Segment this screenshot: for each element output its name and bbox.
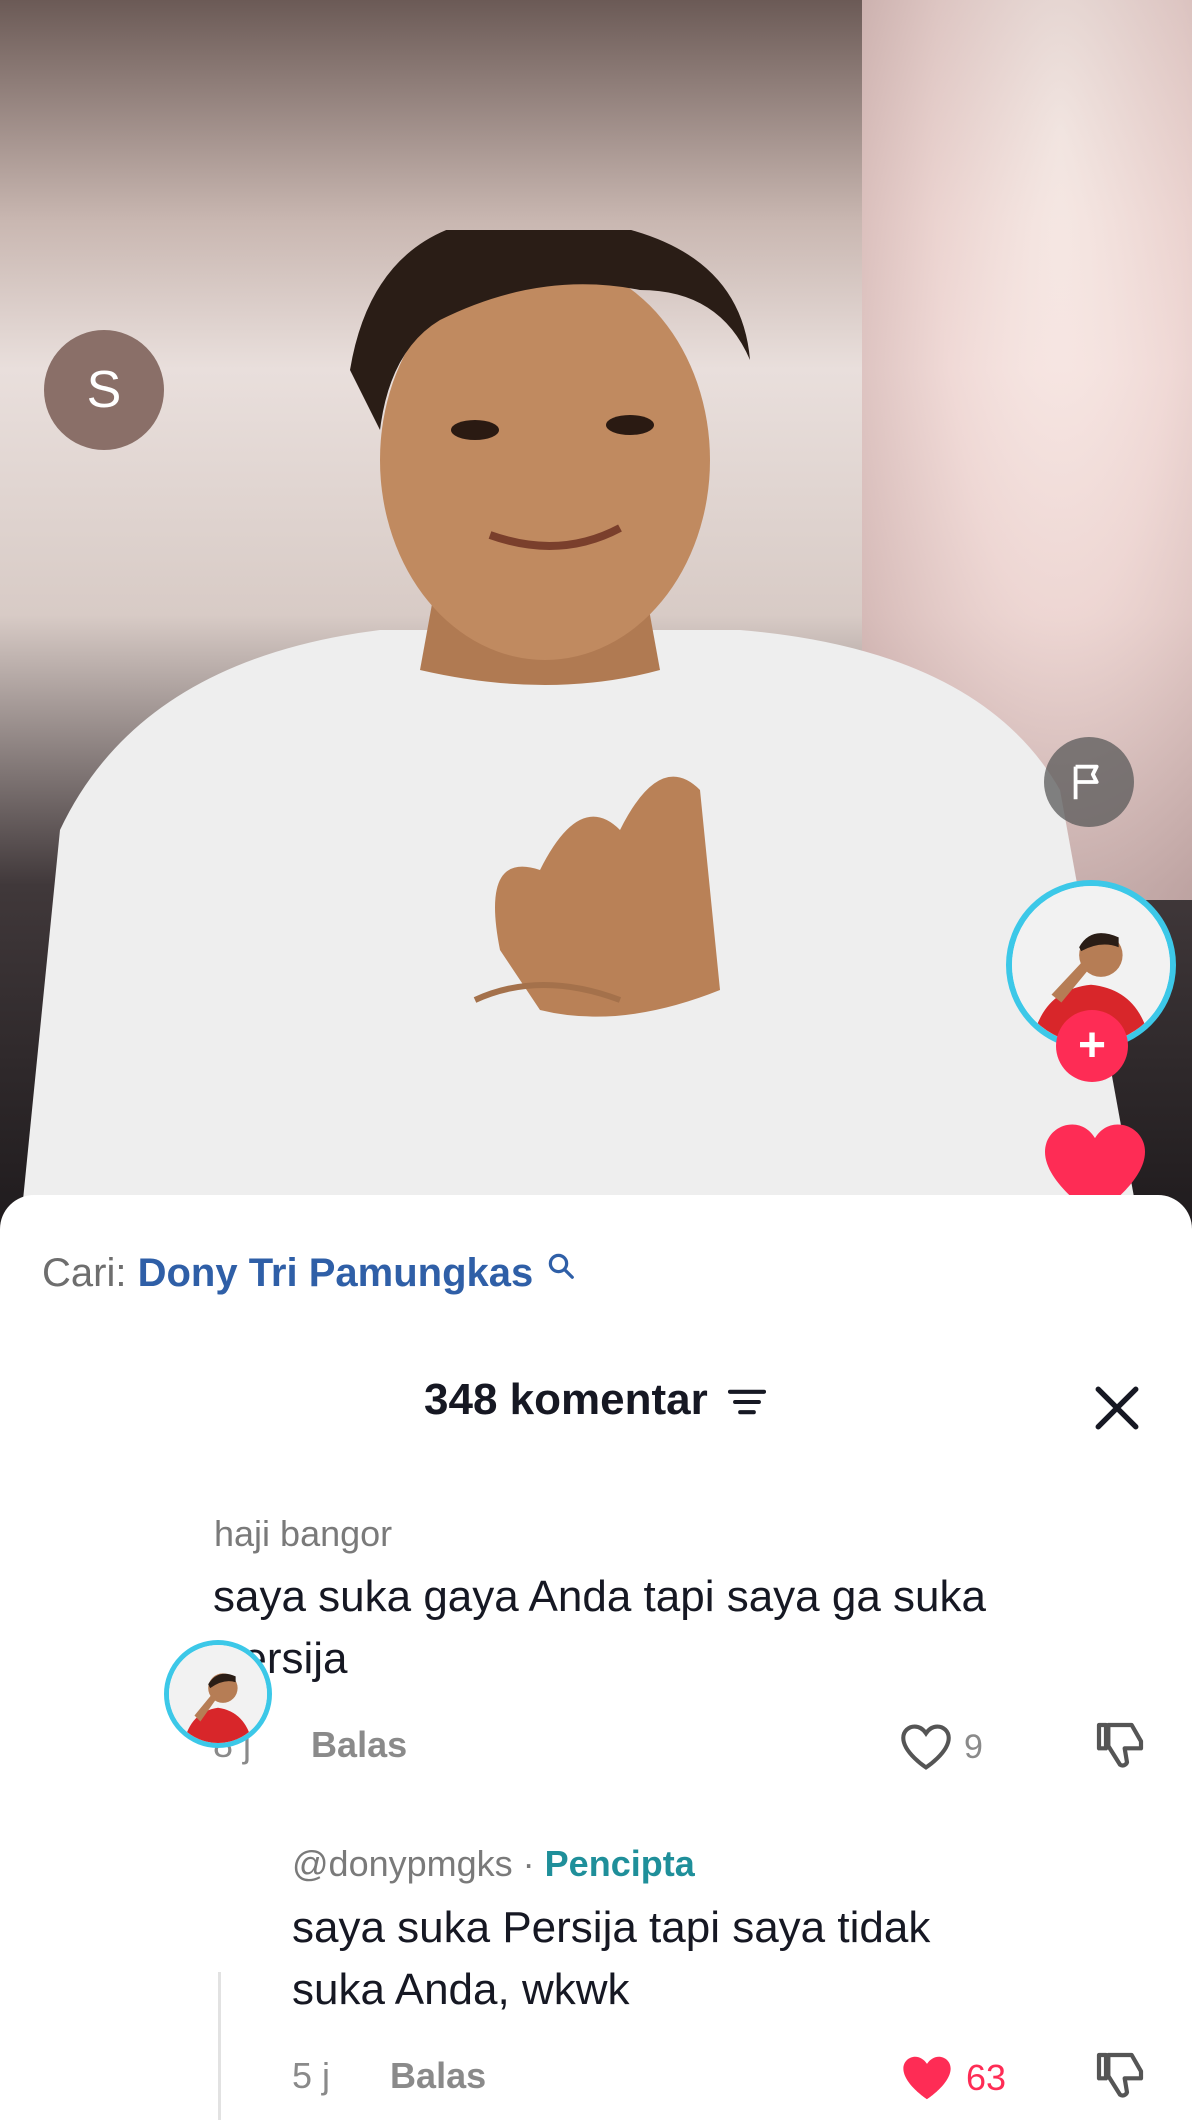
comment-text-line: saya suka gaya Anda tapi saya ga suka	[213, 1572, 986, 1621]
comment-meta: 5 j Balas	[292, 2055, 486, 2097]
dislike-icon[interactable]	[1092, 2048, 1148, 2104]
plus-icon: +	[1077, 1019, 1107, 1072]
search-prefix: Cari:	[42, 1251, 127, 1295]
avatar-letter: S	[86, 361, 122, 419]
comment-username[interactable]: haji bangor	[214, 1513, 392, 1555]
comments-count: 348 komentar	[424, 1375, 708, 1424]
comment-text-line: Persija	[213, 1634, 348, 1683]
like-count: 9	[964, 1727, 983, 1766]
avatar[interactable]: S	[44, 330, 164, 450]
comment-username[interactable]: @donypmgks	[292, 1843, 513, 1884]
follow-plus-button[interactable]: +	[1056, 1010, 1128, 1082]
comment-text: saya suka Persija tapi saya tidak suka A…	[292, 1897, 1152, 2021]
like-count: 63	[966, 2057, 1007, 2098]
report-flag-button[interactable]	[1044, 737, 1134, 827]
comment-text-line: suka Anda, wkwk	[292, 1965, 630, 2014]
video-frame-person	[20, 230, 1140, 1230]
search-suggestion[interactable]: Cari: Dony Tri Pamungkas	[42, 1251, 576, 1296]
heart-filled-icon	[903, 2056, 951, 2100]
separator-dot: ·	[522, 1843, 535, 1884]
search-icon	[549, 1253, 575, 1279]
flag-icon	[1073, 764, 1099, 800]
reply-button[interactable]: Balas	[311, 1724, 407, 1765]
close-icon[interactable]	[1092, 1383, 1142, 1433]
comment-text-line: saya suka Persija tapi saya tidak	[292, 1903, 931, 1952]
like-button[interactable]: 9	[898, 1722, 983, 1772]
creator-reply-avatar[interactable]	[164, 1640, 272, 1748]
like-button[interactable]: 63	[898, 2052, 1006, 2104]
comment-text: saya suka gaya Anda tapi saya ga suka Pe…	[213, 1566, 1173, 1690]
search-query-link[interactable]: Dony Tri Pamungkas	[138, 1251, 534, 1295]
heart-outline-icon	[901, 1724, 951, 1770]
thread-line	[218, 1972, 221, 2120]
reply-button[interactable]: Balas	[390, 2055, 486, 2096]
creator-avatar-image	[169, 1645, 267, 1743]
sort-icon[interactable]	[726, 1385, 768, 1419]
video-player[interactable]: +	[0, 0, 1192, 1230]
comment-time: 5 j	[292, 2055, 331, 2096]
creator-badge: Pencipta	[544, 1843, 695, 1884]
dislike-icon[interactable]	[1092, 1718, 1148, 1774]
reply-username-row: @donypmgks · Pencipta	[292, 1843, 695, 1885]
comments-count-header[interactable]: 348 komentar	[0, 1375, 1192, 1425]
